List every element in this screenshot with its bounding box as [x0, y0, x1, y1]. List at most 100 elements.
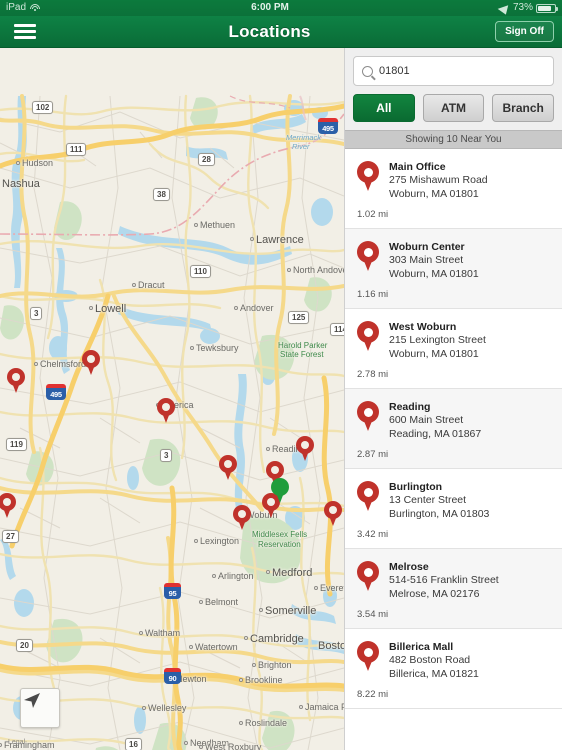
route-shield: 110 — [190, 265, 211, 278]
map-location-pin[interactable] — [7, 368, 25, 393]
map-city-label: Brookline — [245, 675, 283, 685]
map-city-dot — [314, 586, 318, 590]
location-list-item[interactable]: West Woburn 215 Lexington Street Woburn, M… — [345, 309, 562, 389]
map-city-label: Harold Parker — [278, 341, 328, 350]
location-arrow-icon — [497, 1, 513, 15]
route-shield: 114 — [330, 323, 344, 336]
location-distance: 1.02 mi — [357, 209, 389, 220]
location-street: 514-516 Franklin Street — [389, 574, 499, 586]
location-citystate: Reading, MA 01867 — [389, 427, 482, 440]
battery-icon — [536, 3, 558, 13]
map-city-label: Jamaica Plain — [305, 702, 344, 712]
location-name: Main Office — [389, 161, 446, 173]
filter-all-button[interactable]: All — [353, 94, 415, 122]
map-city-label: Andover — [240, 303, 274, 313]
location-name: Burlington — [389, 481, 443, 493]
route-shield: 3 — [30, 307, 43, 320]
location-list-item[interactable]: Billerica Mall 482 Boston Road Billerica, … — [345, 629, 562, 709]
map-city-dot — [287, 268, 291, 272]
location-list-item[interactable]: Burlington 13 Center Street Burlington, MA… — [345, 469, 562, 549]
interstate-shield: 495 — [46, 384, 66, 400]
nav-bar: Locations Sign Off — [0, 16, 562, 48]
location-name: Billerica Mall — [389, 641, 454, 653]
location-list-item[interactable]: Reading 600 Main Street Reading, MA 01867 2… — [345, 389, 562, 469]
route-shield: 102 — [32, 101, 54, 114]
map-city-label: West Roxbury — [205, 742, 262, 750]
map-location-pin[interactable] — [157, 398, 175, 423]
route-shield: 27 — [2, 530, 19, 543]
map-city-dot — [244, 636, 248, 640]
map-city-label: Dracut — [138, 280, 165, 290]
map-city-dot — [266, 570, 270, 574]
status-bar: iPad 6:00 PM 73% — [0, 0, 562, 16]
map-city-label: Cambridge — [250, 633, 304, 645]
hamburger-menu-icon[interactable] — [0, 24, 44, 39]
locations-list[interactable]: Main Office 275 Mishawum Road Woburn, MA 0… — [345, 149, 562, 750]
map-city-label: Medford — [272, 567, 313, 579]
location-distance: 2.87 mi — [357, 449, 389, 460]
map-location-pin[interactable] — [296, 436, 314, 461]
map-city-label: State Forest — [280, 350, 324, 359]
filter-branch-button[interactable]: Branch — [492, 94, 555, 122]
map-location-pin[interactable] — [233, 505, 251, 530]
map-city-dot — [132, 283, 136, 287]
location-citystate: Woburn, MA 01801 — [389, 187, 479, 200]
map-city-dot — [184, 741, 188, 745]
map-location-pin[interactable] — [324, 501, 342, 526]
map-pin-icon — [357, 321, 379, 351]
results-count-label: Showing 10 Near You — [345, 130, 562, 149]
location-list-item[interactable]: Woburn Center 303 Main Street Woburn, MA 0… — [345, 229, 562, 309]
map-city-label: Belmont — [205, 597, 239, 607]
status-bar-time: 6:00 PM — [251, 2, 289, 13]
location-distance: 2.78 mi — [357, 369, 389, 380]
map-location-pin[interactable] — [0, 493, 16, 518]
map-city-dot — [239, 678, 243, 682]
search-input[interactable] — [379, 65, 545, 77]
map-city-dot — [212, 574, 216, 578]
map-city-label: Nashua — [2, 178, 40, 190]
map-city-dot — [250, 237, 254, 241]
location-citystate: Burlington, MA 01803 — [389, 507, 490, 520]
interstate-shield: 90 — [164, 668, 181, 684]
locations-panel: All ATM Branch Showing 10 Near You Main … — [344, 48, 562, 750]
map-city-label: North Andover — [293, 265, 344, 275]
map-legal-link[interactable]: Legal — [8, 739, 25, 746]
location-street: 303 Main Street — [389, 254, 464, 266]
sign-off-button[interactable]: Sign Off — [495, 21, 554, 42]
map-city-label: Lawrence — [256, 234, 304, 246]
location-name: Melrose — [389, 561, 429, 573]
location-name: West Woburn — [389, 321, 457, 333]
filter-segments: All ATM Branch — [345, 92, 562, 130]
route-shield: 3 — [160, 449, 173, 462]
route-shield: 111 — [66, 143, 87, 156]
map-pin-icon — [357, 481, 379, 511]
locate-me-button[interactable] — [20, 688, 60, 728]
interstate-shield: 495 — [318, 118, 338, 134]
page-title: Locations — [228, 21, 311, 41]
route-shield: 20 — [16, 639, 33, 652]
map-city-dot — [194, 539, 198, 543]
map-city-label: Methuen — [200, 220, 236, 230]
location-list-item[interactable]: Melrose 514-516 Franklin Street Melrose, M… — [345, 549, 562, 629]
status-bar-right: 73% — [497, 0, 562, 16]
map-city-label: Everett — [320, 583, 344, 593]
search-icon — [362, 65, 373, 77]
map-view[interactable]: Nashua Hudson Dracut Methuen Lawrence North A… — [0, 48, 344, 750]
location-distance: 1.16 mi — [357, 289, 389, 300]
map-city-dot — [190, 346, 194, 350]
map-pin-icon — [357, 161, 379, 191]
map-city-label: Wellesley — [148, 703, 187, 713]
map-city-label: Brighton — [258, 660, 292, 670]
map-city-label: Middlesex Fells — [252, 530, 308, 539]
map-city-label: Reservation — [258, 540, 301, 549]
map-location-pin[interactable] — [219, 455, 237, 480]
device-name: iPad — [6, 2, 27, 13]
location-distance: 3.42 mi — [357, 529, 389, 540]
filter-atm-button[interactable]: ATM — [422, 94, 485, 122]
location-list-item[interactable]: Main Office 275 Mishawum Road Woburn, MA 0… — [345, 149, 562, 229]
location-citystate: Melrose, MA 02176 — [389, 587, 480, 600]
map-location-pin[interactable] — [82, 350, 100, 375]
search-box[interactable] — [353, 56, 554, 86]
map-city-dot — [16, 161, 20, 165]
map-location-pin[interactable] — [271, 478, 289, 503]
